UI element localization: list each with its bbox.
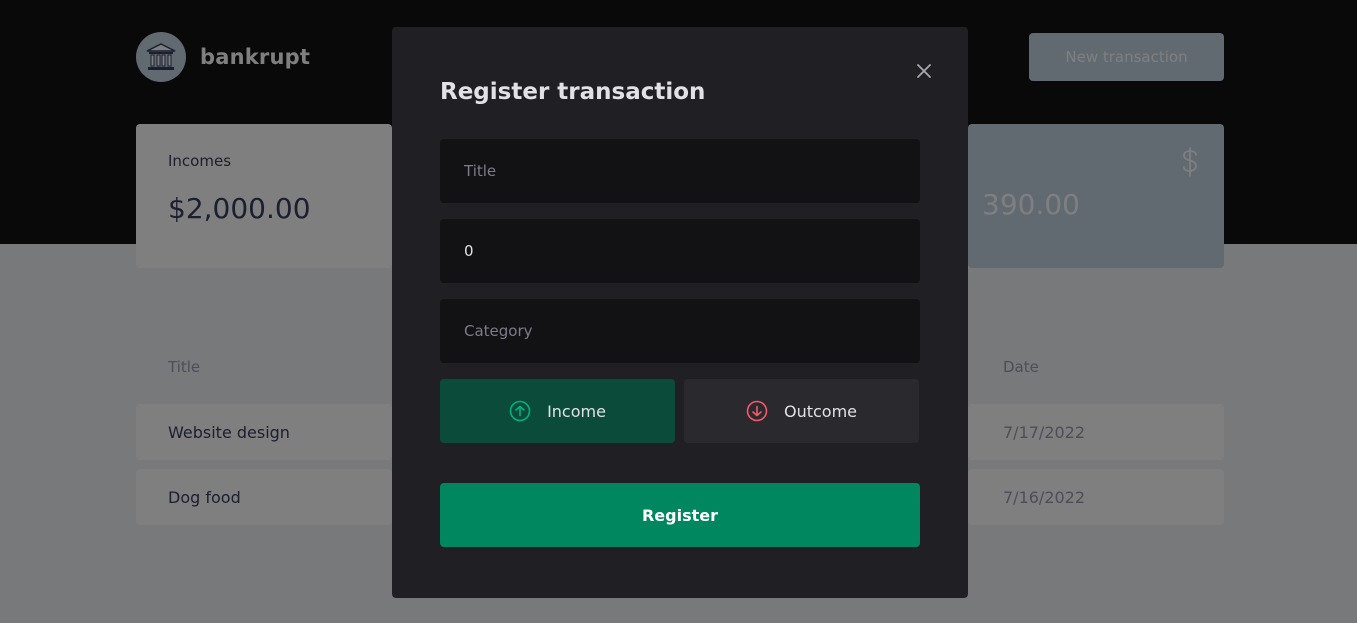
title-input[interactable] <box>440 139 920 203</box>
close-button[interactable] <box>912 59 936 83</box>
outcome-type-label: Outcome <box>783 401 858 421</box>
arrow-down-circle-icon <box>746 400 768 422</box>
category-input[interactable] <box>440 299 920 363</box>
amount-input[interactable] <box>440 219 920 283</box>
income-type-button[interactable]: Income <box>440 379 675 443</box>
arrow-up-circle-icon <box>509 400 531 422</box>
income-type-label: Income <box>547 401 606 421</box>
register-button[interactable]: Register <box>440 483 920 547</box>
modal-title: Register transaction <box>440 79 706 105</box>
close-icon <box>917 64 931 78</box>
page: bankrupt New transaction Incomes $2,000.… <box>0 0 1357 623</box>
register-transaction-modal: Register transaction Income Outcome Regi… <box>392 27 968 598</box>
transaction-type-selector: Income Outcome <box>440 379 920 443</box>
outcome-type-button[interactable]: Outcome <box>684 379 919 443</box>
